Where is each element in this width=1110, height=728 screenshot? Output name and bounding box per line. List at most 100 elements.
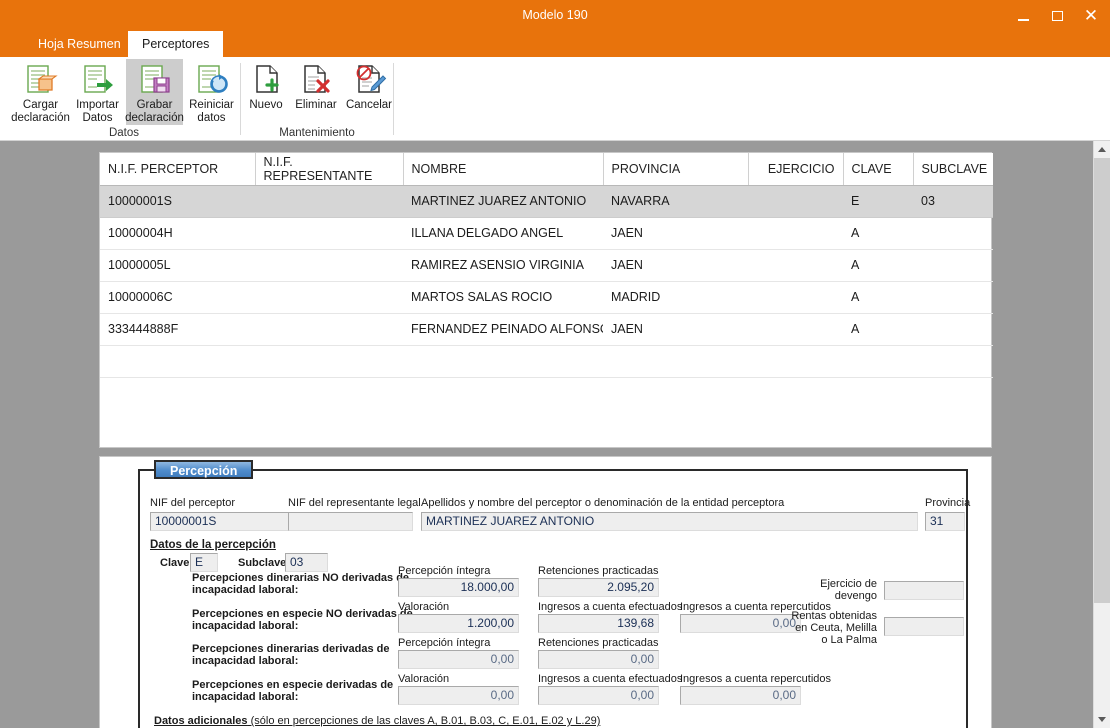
label-row2-col2: Ingresos a cuenta efectuados — [538, 601, 683, 613]
label-row1-col1: Percepción íntegra — [398, 565, 491, 577]
content-area: N.I.F. PERCEPTOR N.I.F. REPRESENTANTE NO… — [0, 141, 1093, 728]
cell-subclave: 03 — [913, 185, 993, 218]
cell-clave: A — [843, 217, 913, 250]
input-ejercicio-devengo[interactable] — [884, 581, 964, 600]
ribbon-button-cargar-declaracion[interactable]: Cargar declaración — [11, 59, 70, 125]
scrollbar-thumb[interactable] — [1094, 158, 1110, 603]
save-declaration-icon — [137, 63, 173, 97]
tab-perceptores[interactable]: Perceptores — [128, 31, 224, 57]
percepcion-groupbox-title: Percepción — [154, 460, 254, 479]
cell-subclave — [913, 313, 993, 346]
label-nombre-perceptor: Apellidos y nombre del perceptor o denom… — [421, 497, 785, 509]
minimize-button[interactable] — [1006, 0, 1040, 31]
cell-ejercicio — [748, 313, 843, 346]
input-row4-col1[interactable]: 0,00 — [398, 686, 519, 705]
cell-clave: A — [843, 281, 913, 314]
input-row1-col2[interactable]: 2.095,20 — [538, 578, 659, 597]
cell-clave: A — [843, 249, 913, 282]
cell-clave: A — [843, 313, 913, 346]
ribbon-button-nuevo[interactable]: Nuevo — [243, 59, 289, 121]
ribbon-button-eliminar[interactable]: Eliminar — [289, 59, 343, 121]
input-row2-col1[interactable]: 1.200,00 — [398, 614, 519, 633]
minimize-icon — [1017, 18, 1029, 21]
maximize-icon — [1051, 10, 1063, 21]
application-window: Modelo 190 ✕ Hoja Resumen Perceptores Ca… — [0, 0, 1110, 728]
input-subclave[interactable]: 03 — [285, 553, 328, 572]
table-row[interactable]: 10000005L RAMIREZ ASENSIO VIRGINIA JAEN … — [100, 249, 993, 282]
ribbon-button-label: Grabar declaración — [125, 99, 184, 124]
table-row[interactable]: 10000001S MARTINEZ JUAREZ ANTONIO NAVARR… — [100, 185, 993, 218]
cell-nif-rep — [255, 185, 403, 218]
label-nif-perceptor: NIF del perceptor — [150, 497, 235, 509]
cell-provincia: JAEN — [603, 313, 748, 346]
window-title: Modelo 190 — [522, 8, 588, 22]
cell-provincia: NAVARRA — [603, 185, 748, 218]
cell-nombre: MARTOS SALAS ROCIO — [403, 281, 603, 314]
ribbon-tabstrip: Hoja Resumen Perceptores — [0, 31, 1110, 57]
column-header-nif-representante[interactable]: N.I.F. REPRESENTANTE — [255, 153, 404, 186]
input-row3-col1[interactable]: 0,00 — [398, 650, 519, 669]
column-header-subclave[interactable]: SUBCLAVE — [913, 153, 993, 186]
scroll-up-button[interactable] — [1094, 141, 1110, 158]
cell-nif: 10000004H — [100, 217, 255, 250]
input-rentas-ceuta-melilla[interactable] — [884, 617, 964, 636]
label-row4-col3: Ingresos a cuenta repercutidos — [680, 673, 832, 685]
ribbon-button-label: Cargar declaración — [11, 99, 70, 124]
input-clave[interactable]: E — [190, 553, 218, 572]
cell-nombre: RAMIREZ ASENSIO VIRGINIA — [403, 249, 603, 282]
cell-nif-rep — [255, 281, 403, 314]
cell-clave: E — [843, 185, 913, 218]
ribbon-button-reiniciar-datos[interactable]: Reiniciar datos — [183, 59, 240, 125]
input-row4-col2[interactable]: 0,00 — [538, 686, 659, 705]
cell-provincia: JAEN — [603, 217, 748, 250]
ribbon-button-cancelar[interactable]: Cancelar — [343, 59, 395, 121]
input-nif-representante[interactable] — [288, 512, 413, 531]
input-row4-col3[interactable]: 0,00 — [680, 686, 801, 705]
ribbon-button-grabar-declaracion[interactable]: Grabar declaración — [125, 59, 184, 125]
ribbon-button-importar-datos[interactable]: Importar Datos — [69, 59, 126, 125]
label-concept-1: Percepciones dinerarias NO derivadas de i… — [192, 572, 410, 596]
ribbon-group-label-datos: Datos — [108, 127, 140, 139]
label-row1-col2: Retenciones practicadas — [538, 565, 659, 577]
label-ejercicio-devengo: Ejercicio de devengo — [820, 578, 877, 602]
label-provincia: Provincia — [925, 497, 971, 509]
close-button[interactable]: ✕ — [1074, 0, 1108, 31]
chevron-down-icon — [1098, 717, 1106, 722]
cell-subclave — [913, 249, 993, 282]
cell-nif: 10000005L — [100, 249, 255, 282]
tab-hoja-resumen[interactable]: Hoja Resumen — [24, 31, 135, 57]
input-provincia[interactable]: 31 — [925, 512, 965, 531]
load-declaration-icon — [23, 63, 59, 97]
vertical-scrollbar[interactable] — [1093, 141, 1110, 728]
scroll-down-button[interactable] — [1094, 711, 1110, 728]
input-row1-col1[interactable]: 18.000,00 — [398, 578, 519, 597]
cell-ejercicio — [748, 185, 843, 218]
column-header-nif-perceptor[interactable]: N.I.F. PERCEPTOR — [100, 153, 256, 186]
section-title-datos-percepcion: Datos de la percepción — [150, 539, 276, 551]
cancel-edit-icon — [351, 63, 387, 97]
column-header-ejercicio[interactable]: EJERCICIO — [748, 153, 844, 186]
new-record-icon — [248, 63, 284, 97]
cell-provincia: MADRID — [603, 281, 748, 314]
label-row3-col2: Retenciones practicadas — [538, 637, 659, 649]
label-concept-3: Percepciones dinerarias derivadas de inca… — [192, 643, 390, 667]
close-icon: ✕ — [1083, 6, 1099, 25]
input-row3-col2[interactable]: 0,00 — [538, 650, 659, 669]
cell-nombre: FERNANDEZ PEINADO ALFONSO — [403, 313, 603, 346]
maximize-button[interactable] — [1040, 0, 1074, 31]
ribbon-group-label-mantenimiento: Mantenimiento — [279, 127, 355, 139]
label-row4-col2: Ingresos a cuenta efectuados — [538, 673, 683, 685]
table-row[interactable]: 333444888F FERNANDEZ PEINADO ALFONSO JAE… — [100, 313, 993, 346]
column-header-nombre[interactable]: NOMBRE — [403, 153, 604, 186]
reset-data-icon — [194, 63, 230, 97]
column-header-provincia[interactable]: PROVINCIA — [603, 153, 749, 186]
table-row[interactable]: 10000006C MARTOS SALAS ROCIO MADRID A — [100, 281, 993, 314]
input-nif-perceptor[interactable]: 10000001S — [150, 512, 302, 531]
input-nombre-perceptor[interactable]: MARTINEZ JUAREZ ANTONIO — [421, 512, 918, 531]
column-header-clave[interactable]: CLAVE — [843, 153, 914, 186]
table-row[interactable]: 10000004H ILLANA DELGADO ANGEL JAEN A — [100, 217, 993, 250]
input-row2-col2[interactable]: 139,68 — [538, 614, 659, 633]
ribbon-group-separator — [393, 63, 394, 135]
ribbon-button-label: Eliminar — [295, 99, 337, 111]
label-concept-4: Percepciones en especie derivadas de inca… — [192, 679, 394, 703]
